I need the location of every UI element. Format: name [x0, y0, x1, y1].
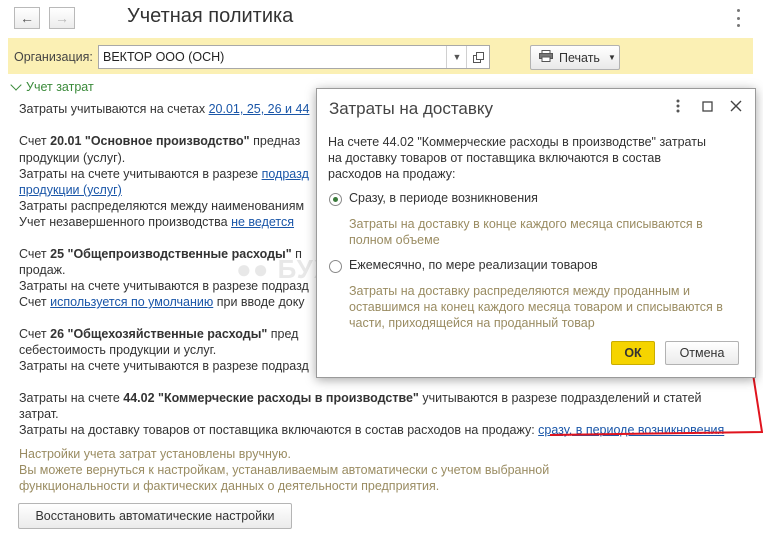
text: Затраты учитываются на счетах	[19, 102, 209, 116]
default-line: Счет используется по умолчанию при вводе…	[19, 295, 305, 309]
print-label: Печать	[559, 50, 600, 65]
org-label: Организация:	[14, 50, 93, 64]
section-toggle[interactable]: Учет затрат	[10, 79, 94, 94]
arrow-right-icon: →	[55, 10, 69, 26]
account-26-title: 26 "Общехозяйственные расходы"	[50, 327, 268, 341]
accounts-link[interactable]: 20.01, 25, 26 и 44	[209, 102, 310, 116]
wip-link[interactable]: не ведется	[231, 215, 294, 229]
products-link[interactable]: продукции (услуг)	[19, 183, 122, 197]
note-line: Настройки учета затрат установлены вручн…	[19, 447, 291, 461]
text-line: Затраты на счете учитываются в разрезе п…	[19, 359, 309, 373]
chevron-down-icon: ▼	[607, 53, 616, 62]
option-immediately-label[interactable]: Сразу, в периоде возникновения	[349, 191, 538, 205]
text: Затраты на доставку товаров от поставщик…	[19, 423, 539, 437]
text: Учет незавершенного производства	[19, 215, 232, 229]
text: предназ	[249, 134, 301, 148]
account-20-title: 20.01 "Основное производство"	[50, 134, 250, 148]
note-line: функциональности и фактических данных о …	[19, 479, 440, 493]
text: при вводе доку	[213, 295, 305, 309]
delivery-costs-dialog: Затраты на доставку На счете 44.02 "Комм…	[316, 88, 756, 378]
text-line: Затраты распределяются между наименовани…	[19, 199, 305, 213]
cancel-button[interactable]: Отмена	[665, 341, 739, 365]
option-immediately-radio[interactable]	[329, 193, 342, 206]
watermark-logo-icon: ●●	[236, 254, 278, 284]
option-hint: Затраты на доставку в конце каждого меся…	[349, 217, 703, 231]
wip-line: Учет незавершенного производства не веде…	[19, 215, 294, 229]
close-icon[interactable]	[729, 99, 743, 113]
dialog-title: Затраты на доставку	[329, 99, 494, 118]
maximize-icon[interactable]	[700, 99, 714, 113]
option-hint: Затраты на доставку распределяются между…	[349, 284, 690, 298]
text: Счет	[19, 295, 51, 309]
option-monthly-label[interactable]: Ежемесячно, по мере реализации товаров	[349, 258, 598, 272]
print-button[interactable]: Печать ▼	[530, 45, 620, 70]
text: пред	[267, 327, 299, 341]
arrow-left-icon: ←	[20, 10, 34, 26]
org-value: ВЕКТОР ООО (ОСН)	[103, 50, 225, 64]
option-hint: оставшимся на конец каждого месяца товар…	[349, 300, 723, 314]
chevron-down-icon[interactable]: ▼	[446, 46, 467, 68]
text-line: продаж.	[19, 263, 66, 277]
option-hint: полном объеме	[349, 233, 440, 247]
restore-defaults-button[interactable]: Восстановить автоматические настройки	[18, 503, 292, 529]
text: Счет	[19, 327, 51, 341]
more-vertical-icon[interactable]	[733, 9, 743, 27]
text-line: продукции (услуг).	[19, 151, 126, 165]
note-line: Вы можете вернуться к настройкам, устана…	[19, 463, 550, 477]
printer-icon	[539, 50, 553, 65]
page-title: Учетная политика	[127, 5, 294, 27]
ok-button[interactable]: ОК	[611, 341, 655, 365]
chevron-down-icon	[10, 79, 22, 91]
back-button[interactable]: ←	[14, 7, 40, 29]
open-icon[interactable]	[466, 46, 489, 68]
accounts-line: Затраты учитываются на счетах 20.01, 25,…	[19, 102, 309, 116]
dialog-description: на доставку товаров от поставщика включа…	[328, 151, 661, 165]
section-title: Учет затрат	[26, 80, 94, 94]
text: Счет	[19, 247, 51, 261]
analytics-link[interactable]: подразд	[262, 167, 309, 181]
more-vertical-icon[interactable]	[671, 99, 685, 113]
forward-button[interactable]: →	[49, 7, 75, 29]
dialog-description: На счете 44.02 "Коммерческие расходы в п…	[328, 135, 706, 149]
option-monthly-radio[interactable]	[329, 260, 342, 273]
account-20-line: Счет 20.01 "Основное производство" предн…	[19, 134, 300, 148]
option-hint: части, приходящейся на проданный товар	[349, 316, 595, 330]
annotation-line	[549, 373, 763, 436]
text-line: себестоимость продукции и услуг.	[19, 343, 217, 357]
org-field[interactable]: ВЕКТОР ООО (ОСН) ▼	[98, 45, 490, 69]
default-link[interactable]: используется по умолчанию	[50, 295, 213, 309]
account-26-line: Счет 26 "Общехозяйственные расходы" пред	[19, 327, 298, 341]
text-line: затрат.	[19, 407, 59, 421]
products-line: продукции (услуг)	[19, 183, 122, 197]
text: Счет	[19, 134, 51, 148]
text: Затраты на счете учитываются в разрезе	[19, 167, 262, 181]
account-44-title: 44.02 "Коммерческие расходы в производст…	[123, 391, 419, 405]
analytics-line: Затраты на счете учитываются в разрезе п…	[19, 167, 309, 181]
dialog-description: расходов на продажу:	[328, 167, 456, 181]
text: Затраты на счете	[19, 391, 124, 405]
